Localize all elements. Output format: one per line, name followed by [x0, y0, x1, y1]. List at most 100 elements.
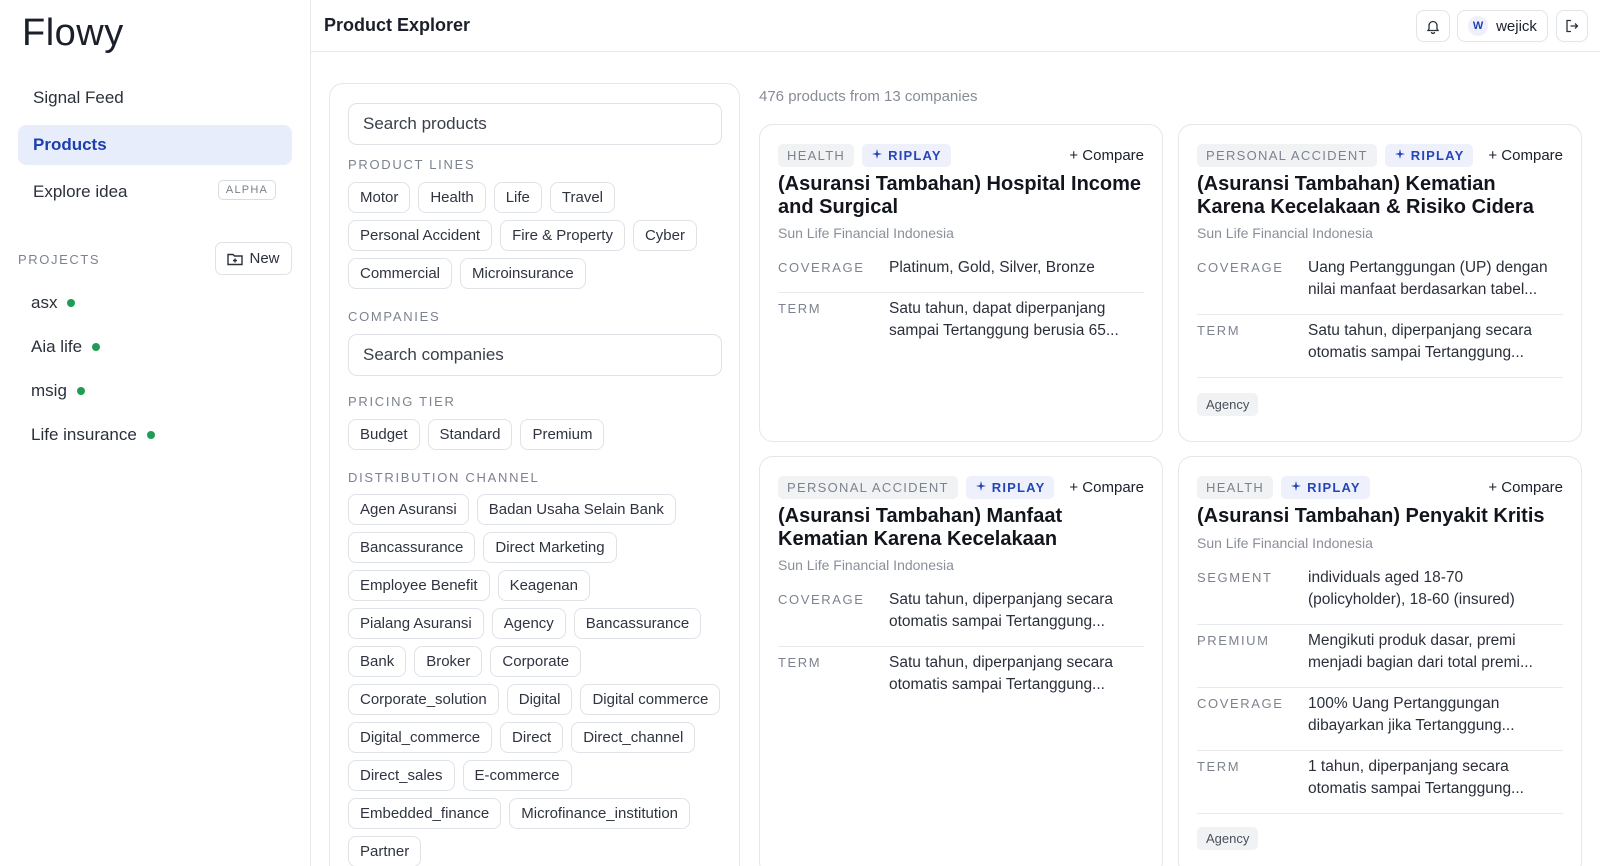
- distribution-channel-chip[interactable]: E-commerce: [462, 760, 572, 791]
- pricing-tier-chip[interactable]: Budget: [348, 419, 420, 450]
- distribution-channel-chip[interactable]: Corporate_solution: [348, 684, 499, 715]
- avatar: W: [1468, 16, 1489, 36]
- pricing-tier-chips: Budget Standard Premium: [348, 419, 728, 450]
- product-card[interactable]: PERSONAL ACCIDENT RIPLAY + Compare (Asur…: [759, 456, 1163, 866]
- riplay-badge[interactable]: RIPLAY: [1281, 475, 1370, 499]
- compare-button[interactable]: + Compare: [1069, 479, 1144, 496]
- sidebar: Flowy Signal Feed Products Explore idea …: [0, 0, 311, 866]
- row-label: TERM: [1197, 323, 1241, 338]
- distribution-channel-chip[interactable]: Digital: [506, 684, 573, 715]
- nav-products[interactable]: Products: [18, 125, 292, 165]
- status-dot: [92, 343, 101, 351]
- riplay-badge[interactable]: RIPLAY: [965, 475, 1055, 499]
- detail-row: SEGMENT individuals aged 18-70 (policyho…: [1197, 567, 1563, 625]
- company-name: Sun Life Financial Indonesia: [1197, 535, 1373, 551]
- product-line-chip[interactable]: Motor: [348, 182, 411, 213]
- riplay-badge[interactable]: RIPLAY: [1384, 143, 1474, 167]
- app-logo[interactable]: Flowy: [22, 12, 124, 55]
- product-lines-chips: Motor Health Life Travel Personal Accident Fi…: [348, 182, 728, 289]
- row-label: TERM: [778, 655, 822, 670]
- distribution-channel-chips: Agen Asuransi Badan Usaha Selain Bank Banc…: [348, 494, 728, 866]
- user-menu-button[interactable]: W wejick: [1457, 10, 1548, 42]
- product-title: (Asuransi Tambahan) Penyakit Kritis: [1197, 505, 1545, 527]
- distribution-channel-chip[interactable]: Corporate: [490, 646, 582, 677]
- nav-explore-idea[interactable]: Explore idea ALPHA: [18, 172, 292, 212]
- nav-signal-feed[interactable]: Signal Feed: [18, 78, 292, 118]
- distribution-channel-chip[interactable]: Digital_commerce: [348, 722, 493, 753]
- product-line-chip[interactable]: Travel: [549, 182, 616, 213]
- new-project-button[interactable]: New: [215, 242, 292, 275]
- distribution-channel-chip[interactable]: Bancassurance: [573, 608, 702, 639]
- compare-button[interactable]: + Compare: [1069, 147, 1144, 164]
- project-item[interactable]: asx: [31, 293, 76, 313]
- product-line-chip[interactable]: Personal Accident: [348, 220, 493, 251]
- product-line-chip[interactable]: Fire & Property: [500, 220, 625, 251]
- product-lines-label: PRODUCT LINES: [348, 157, 476, 172]
- distribution-channel-chip[interactable]: Pialang Asuransi: [348, 608, 484, 639]
- detail-row: PREMIUM Mengikuti produk dasar, premi me…: [1197, 630, 1563, 688]
- detail-row: COVERAGE Satu tahun, diperpanjang secara…: [778, 589, 1144, 647]
- product-card[interactable]: HEALTH RIPLAY + Compare (Asuransi Tambah…: [759, 124, 1163, 442]
- pricing-tier-label: PRICING TIER: [348, 394, 456, 409]
- distribution-channel-chip[interactable]: Agency: [491, 608, 566, 639]
- project-name: Life insurance: [31, 425, 137, 444]
- product-card[interactable]: HEALTH RIPLAY + Compare (Asuransi Tambah…: [1178, 456, 1582, 866]
- product-card[interactable]: PERSONAL ACCIDENT RIPLAY + Compare (Asur…: [1178, 124, 1582, 442]
- distribution-channel-chip[interactable]: Direct_channel: [571, 722, 696, 753]
- row-label: TERM: [1197, 759, 1241, 774]
- status-dot: [76, 387, 85, 395]
- distribution-channel-label: DISTRIBUTION CHANNEL: [348, 470, 540, 485]
- product-line-chip[interactable]: Cyber: [632, 220, 697, 251]
- riplay-badge[interactable]: RIPLAY: [862, 143, 951, 167]
- category-tag: PERSONAL ACCIDENT: [778, 475, 958, 499]
- riplay-label: RIPLAY: [991, 479, 1046, 495]
- distribution-channel-chip[interactable]: Direct: [500, 722, 564, 753]
- product-line-chip[interactable]: Microinsurance: [460, 258, 586, 289]
- companies-label: COMPANIES: [348, 309, 441, 324]
- row-value: 1 tahun, diperpanjang secara otomatis sa…: [1308, 758, 1524, 797]
- row-label: COVERAGE: [778, 260, 865, 275]
- distribution-channel-chip[interactable]: Broker: [414, 646, 483, 677]
- nav-label: Products: [33, 135, 107, 154]
- row-value: Satu tahun, diperpanjang secara otomatis…: [889, 654, 1114, 693]
- pricing-tier-chip[interactable]: Standard: [427, 419, 513, 450]
- distribution-channel-chip[interactable]: Direct_sales: [348, 760, 455, 791]
- sparkle-icon: [1394, 149, 1405, 159]
- pricing-tier-chip[interactable]: Premium: [520, 419, 605, 450]
- status-dot: [67, 299, 76, 307]
- compare-button[interactable]: + Compare: [1488, 479, 1563, 496]
- product-line-chip[interactable]: Health: [418, 182, 486, 213]
- row-value: Uang Pertanggungan (UP) dengan nilai man…: [1308, 259, 1548, 298]
- project-name: Aia life: [31, 337, 83, 356]
- row-label: TERM: [778, 301, 822, 316]
- project-item[interactable]: Life insurance: [31, 425, 155, 445]
- distribution-channel-chip[interactable]: Partner: [348, 836, 422, 866]
- sparkle-icon: [872, 149, 883, 159]
- distribution-channel-chip[interactable]: Direct Marketing: [483, 532, 617, 563]
- distribution-channel-chip[interactable]: Microfinance_institution: [509, 798, 691, 829]
- project-name: msig: [31, 381, 67, 400]
- channel-tag: Agency: [1197, 393, 1259, 416]
- search-companies-input[interactable]: Search companies: [348, 334, 722, 376]
- project-item[interactable]: msig: [31, 381, 85, 401]
- distribution-channel-chip[interactable]: Agen Asuransi: [348, 494, 469, 525]
- distribution-channel-chip[interactable]: Digital commerce: [580, 684, 721, 715]
- company-name: Sun Life Financial Indonesia: [778, 557, 954, 573]
- compare-button[interactable]: + Compare: [1488, 147, 1563, 164]
- distribution-channel-chip[interactable]: Keagenan: [497, 570, 590, 601]
- distribution-channel-chip[interactable]: Badan Usaha Selain Bank: [476, 494, 676, 525]
- notifications-button[interactable]: [1416, 10, 1450, 42]
- username: wejick: [1496, 17, 1537, 35]
- status-dot: [146, 431, 155, 439]
- product-line-chip[interactable]: Commercial: [348, 258, 453, 289]
- product-line-chip[interactable]: Life: [493, 182, 542, 213]
- logout-button[interactable]: [1556, 10, 1588, 42]
- distribution-channel-chip[interactable]: Bancassurance: [348, 532, 476, 563]
- project-item[interactable]: Aia life: [31, 337, 101, 357]
- distribution-channel-chip[interactable]: Employee Benefit: [348, 570, 490, 601]
- logout-icon: [1566, 19, 1579, 33]
- distribution-channel-chip[interactable]: Embedded_finance: [348, 798, 502, 829]
- riplay-label: RIPLAY: [1307, 479, 1361, 495]
- search-products-input[interactable]: Search products: [348, 103, 722, 145]
- distribution-channel-chip[interactable]: Bank: [348, 646, 407, 677]
